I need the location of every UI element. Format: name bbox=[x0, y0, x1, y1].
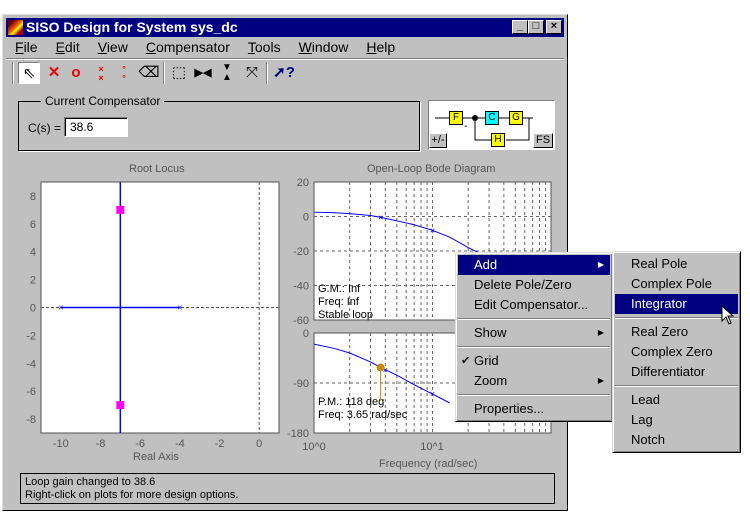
x-tick-label: 10^1 bbox=[420, 441, 444, 453]
menu-item-delete-pole-zero[interactable]: Delete Pole/Zero bbox=[458, 275, 610, 295]
submenu-arrow-icon: ▶ bbox=[597, 328, 604, 337]
closed-loop-pole-marker bbox=[116, 205, 125, 214]
context-menu: Add ▶ Delete Pole/Zero Edit Compensator..… bbox=[455, 252, 613, 422]
x-tick-label: 10^0 bbox=[302, 441, 326, 453]
y-tick-label: -8 bbox=[26, 414, 36, 426]
x-tick-label: -8 bbox=[96, 438, 106, 450]
y-tick-label: -20 bbox=[293, 246, 309, 258]
status-line-1: Loop gain changed to 38.6 bbox=[25, 476, 156, 488]
y-tick-label: -4 bbox=[26, 358, 36, 370]
bode-magnitude-marker: × bbox=[378, 212, 383, 222]
bode-xlabel: Frequency (rad/sec) bbox=[379, 458, 478, 470]
y-tick-label: 6 bbox=[30, 219, 36, 231]
y-tick-label: -90 bbox=[293, 378, 309, 390]
open-loop-pole-marker: × bbox=[177, 303, 182, 313]
y-tick-label: 0 bbox=[303, 212, 309, 224]
mouse-cursor-icon bbox=[721, 305, 735, 325]
status-line-2: Right-click on plots for more design opt… bbox=[25, 489, 239, 501]
checkmark-icon: ✔ bbox=[461, 355, 471, 367]
submenu-arrow-icon: ▶ bbox=[597, 260, 604, 269]
y-tick-label: 2 bbox=[30, 275, 36, 287]
y-tick-label: -6 bbox=[26, 386, 36, 398]
submenu-complex-zero[interactable]: Complex Zero bbox=[615, 342, 738, 362]
open-loop-pole-marker: × bbox=[58, 303, 63, 313]
y-tick-label: -60 bbox=[293, 315, 309, 327]
y-tick-label: -2 bbox=[26, 330, 36, 342]
submenu-notch[interactable]: Notch bbox=[615, 430, 738, 450]
x-tick-label: 0 bbox=[256, 438, 262, 450]
add-submenu: Real Pole Complex Pole Integrator Real Z… bbox=[612, 251, 741, 453]
submenu-lead[interactable]: Lead bbox=[615, 390, 738, 410]
submenu-integrator[interactable]: Integrator bbox=[615, 294, 738, 314]
x-tick-label: -2 bbox=[215, 438, 225, 450]
submenu-real-pole[interactable]: Real Pole bbox=[615, 254, 738, 274]
y-tick-label: 0 bbox=[30, 303, 36, 315]
y-tick-label: 0 bbox=[303, 328, 309, 340]
menu-item-grid[interactable]: ✔ Grid bbox=[458, 351, 610, 371]
x-tick-label: -10 bbox=[53, 438, 69, 450]
y-tick-label: 20 bbox=[297, 177, 309, 189]
submenu-lag[interactable]: Lag bbox=[615, 410, 738, 430]
y-tick-label: 4 bbox=[30, 247, 36, 259]
submenu-complex-pole[interactable]: Complex Pole bbox=[615, 274, 738, 294]
root-locus-xlabel: Real Axis bbox=[133, 451, 179, 463]
x-tick-label: -4 bbox=[175, 438, 185, 450]
menu-item-properties[interactable]: Properties... bbox=[458, 399, 610, 419]
submenu-real-zero[interactable]: Real Zero bbox=[615, 322, 738, 342]
y-tick-label: 8 bbox=[30, 191, 36, 203]
bode-magnitude-marker: × bbox=[430, 225, 435, 235]
menu-item-show[interactable]: Show ▶ bbox=[458, 323, 610, 343]
bode-magnitude-annotation: G.M.: Inf bbox=[318, 283, 361, 295]
bode-magnitude-annotation: Stable loop bbox=[318, 309, 373, 321]
menu-item-zoom[interactable]: Zoom ▶ bbox=[458, 371, 610, 391]
menu-item-add[interactable]: Add ▶ bbox=[458, 255, 610, 275]
bode-phase-marker: × bbox=[430, 389, 435, 399]
bode-phase-annotation: Freq: 3.65 rad/sec bbox=[318, 409, 408, 421]
submenu-differentiator[interactable]: Differentiator bbox=[615, 362, 738, 382]
submenu-arrow-icon: ▶ bbox=[597, 376, 604, 385]
y-tick-label: -40 bbox=[293, 281, 309, 293]
bode-magnitude-annotation: Freq: Inf bbox=[318, 296, 360, 308]
closed-loop-pole-marker bbox=[116, 401, 125, 410]
phase-margin-marker bbox=[376, 363, 385, 372]
status-bar: Loop gain changed to 38.6 Right-click on… bbox=[20, 473, 555, 504]
x-tick-label: -6 bbox=[135, 438, 145, 450]
y-tick-label: -180 bbox=[287, 428, 309, 440]
menu-item-edit-compensator[interactable]: Edit Compensator... bbox=[458, 295, 610, 315]
bode-phase-annotation: P.M.: 118 deg bbox=[318, 396, 384, 408]
